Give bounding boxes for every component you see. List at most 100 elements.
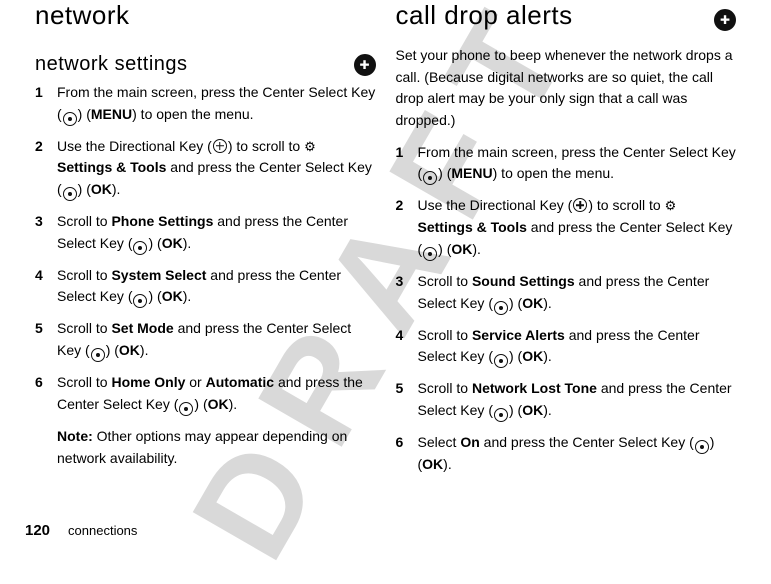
center-select-key-icon xyxy=(695,440,709,454)
step-num: 4 xyxy=(35,265,57,309)
t: ). xyxy=(543,295,552,311)
t: ). xyxy=(472,241,481,257)
set-mode-label: Set Mode xyxy=(111,320,173,336)
settings-tools-icon xyxy=(304,139,318,153)
left-steps: 1 From the main screen, press the Center… xyxy=(35,82,376,479)
step-num: 3 xyxy=(396,271,418,315)
settings-tools-icon xyxy=(665,198,679,212)
center-select-key-icon xyxy=(423,171,437,185)
center-select-key-icon xyxy=(423,247,437,261)
ok-label: OK xyxy=(522,295,543,311)
t: ). xyxy=(183,288,192,304)
center-select-key-icon xyxy=(494,408,508,422)
t: ) to open the menu. xyxy=(132,106,253,122)
center-select-key-icon xyxy=(494,301,508,315)
step-4: 4 Scroll to System Select and press the … xyxy=(35,265,376,309)
directional-key-icon xyxy=(213,139,227,153)
t: Use the Directional Key ( xyxy=(57,138,212,154)
step-num: 5 xyxy=(396,378,418,422)
step-text: Scroll to Home Only or Automatic and pre… xyxy=(57,372,376,479)
system-select-label: System Select xyxy=(111,267,206,283)
service-alerts-label: Service Alerts xyxy=(472,327,565,343)
ok-label: OK xyxy=(422,456,443,472)
step-text: Scroll to Phone Settings and press the C… xyxy=(57,211,376,255)
step-4: 4 Scroll to Service Alerts and press the… xyxy=(396,325,737,369)
t: ) ( xyxy=(194,396,207,412)
t: ) ( xyxy=(148,235,161,251)
t: Scroll to xyxy=(418,273,472,289)
sound-settings-label: Sound Settings xyxy=(472,273,575,289)
right-column: call drop alerts ✚ Set your phone to bee… xyxy=(386,0,747,547)
optional-feature-icon: ✚ xyxy=(714,9,736,31)
center-select-key-icon xyxy=(91,348,105,362)
step-6: 6 Select On and press the Center Select … xyxy=(396,432,737,476)
heading-network: network xyxy=(35,0,376,31)
ok-label: OK xyxy=(522,402,543,418)
step-6: 6 Scroll to Home Only or Automatic and p… xyxy=(35,372,376,479)
t: Select xyxy=(418,434,461,450)
heading-network-settings-row: network settings ✚ xyxy=(35,53,376,76)
on-label: On xyxy=(460,434,479,450)
t: ) ( xyxy=(438,241,451,257)
menu-label: MENU xyxy=(451,165,492,181)
t: ). xyxy=(543,402,552,418)
ok-label: OK xyxy=(162,235,183,251)
note-label: Note: xyxy=(57,428,93,444)
step-5: 5 Scroll to Set Mode and press the Cente… xyxy=(35,318,376,362)
heading-call-drop-alerts: call drop alerts xyxy=(396,0,573,31)
t: ) ( xyxy=(438,165,451,181)
step-3: 3 Scroll to Phone Settings and press the… xyxy=(35,211,376,255)
t: Scroll to xyxy=(418,380,472,396)
ok-label: OK xyxy=(162,288,183,304)
t: Scroll to xyxy=(57,267,111,283)
step-num: 6 xyxy=(396,432,418,476)
step-3: 3 Scroll to Sound Settings and press the… xyxy=(396,271,737,315)
page-footer: 120 connections xyxy=(25,522,137,539)
t: ) ( xyxy=(106,342,119,358)
settings-tools-label: Settings & Tools xyxy=(57,159,166,175)
center-select-key-icon xyxy=(63,112,77,126)
t: Scroll to xyxy=(57,320,111,336)
center-select-key-icon xyxy=(63,187,77,201)
heading-network-settings: network settings xyxy=(35,53,188,76)
t: ) ( xyxy=(78,106,91,122)
step-num: 2 xyxy=(35,136,57,201)
center-select-key-icon xyxy=(179,402,193,416)
ok-label: OK xyxy=(522,348,543,364)
step-text: Scroll to Sound Settings and press the C… xyxy=(418,271,737,315)
step-text: Scroll to Network Lost Tone and press th… xyxy=(418,378,737,422)
optional-feature-icon: ✚ xyxy=(354,54,376,76)
step-num: 1 xyxy=(396,142,418,186)
step-num: 2 xyxy=(396,195,418,260)
step-num: 3 xyxy=(35,211,57,255)
t: ). xyxy=(229,396,238,412)
center-select-key-icon xyxy=(494,354,508,368)
t: ) ( xyxy=(78,181,91,197)
t: ) ( xyxy=(509,348,522,364)
t: ). xyxy=(183,235,192,251)
phone-settings-label: Phone Settings xyxy=(111,213,213,229)
center-select-key-icon xyxy=(133,294,147,308)
t: ) to open the menu. xyxy=(493,165,614,181)
menu-label: MENU xyxy=(91,106,132,122)
home-only-label: Home Only xyxy=(111,374,185,390)
step-text: From the main screen, press the Center S… xyxy=(57,82,376,126)
network-lost-tone-label: Network Lost Tone xyxy=(472,380,597,396)
step-text: Scroll to Service Alerts and press the C… xyxy=(418,325,737,369)
center-select-key-icon xyxy=(133,241,147,255)
step-text: Scroll to Set Mode and press the Center … xyxy=(57,318,376,362)
step-num: 6 xyxy=(35,372,57,479)
section-label: connections xyxy=(68,523,137,538)
step-text: Select On and press the Center Select Ke… xyxy=(418,432,737,476)
page-number: 120 xyxy=(25,522,50,539)
step-2: 2 Use the Directional Key () to scroll t… xyxy=(396,195,737,260)
page-content: network network settings ✚ 1 From the ma… xyxy=(0,0,771,547)
t: ). xyxy=(443,456,452,472)
t: ). xyxy=(543,348,552,364)
step-1: 1 From the main screen, press the Center… xyxy=(396,142,737,186)
ok-label: OK xyxy=(91,181,112,197)
note: Note: Other options may appear depending… xyxy=(57,426,376,469)
step-text: Use the Directional Key () to scroll to … xyxy=(57,136,376,201)
t: and press the Center Select Key ( xyxy=(480,434,694,450)
t: or xyxy=(185,374,205,390)
